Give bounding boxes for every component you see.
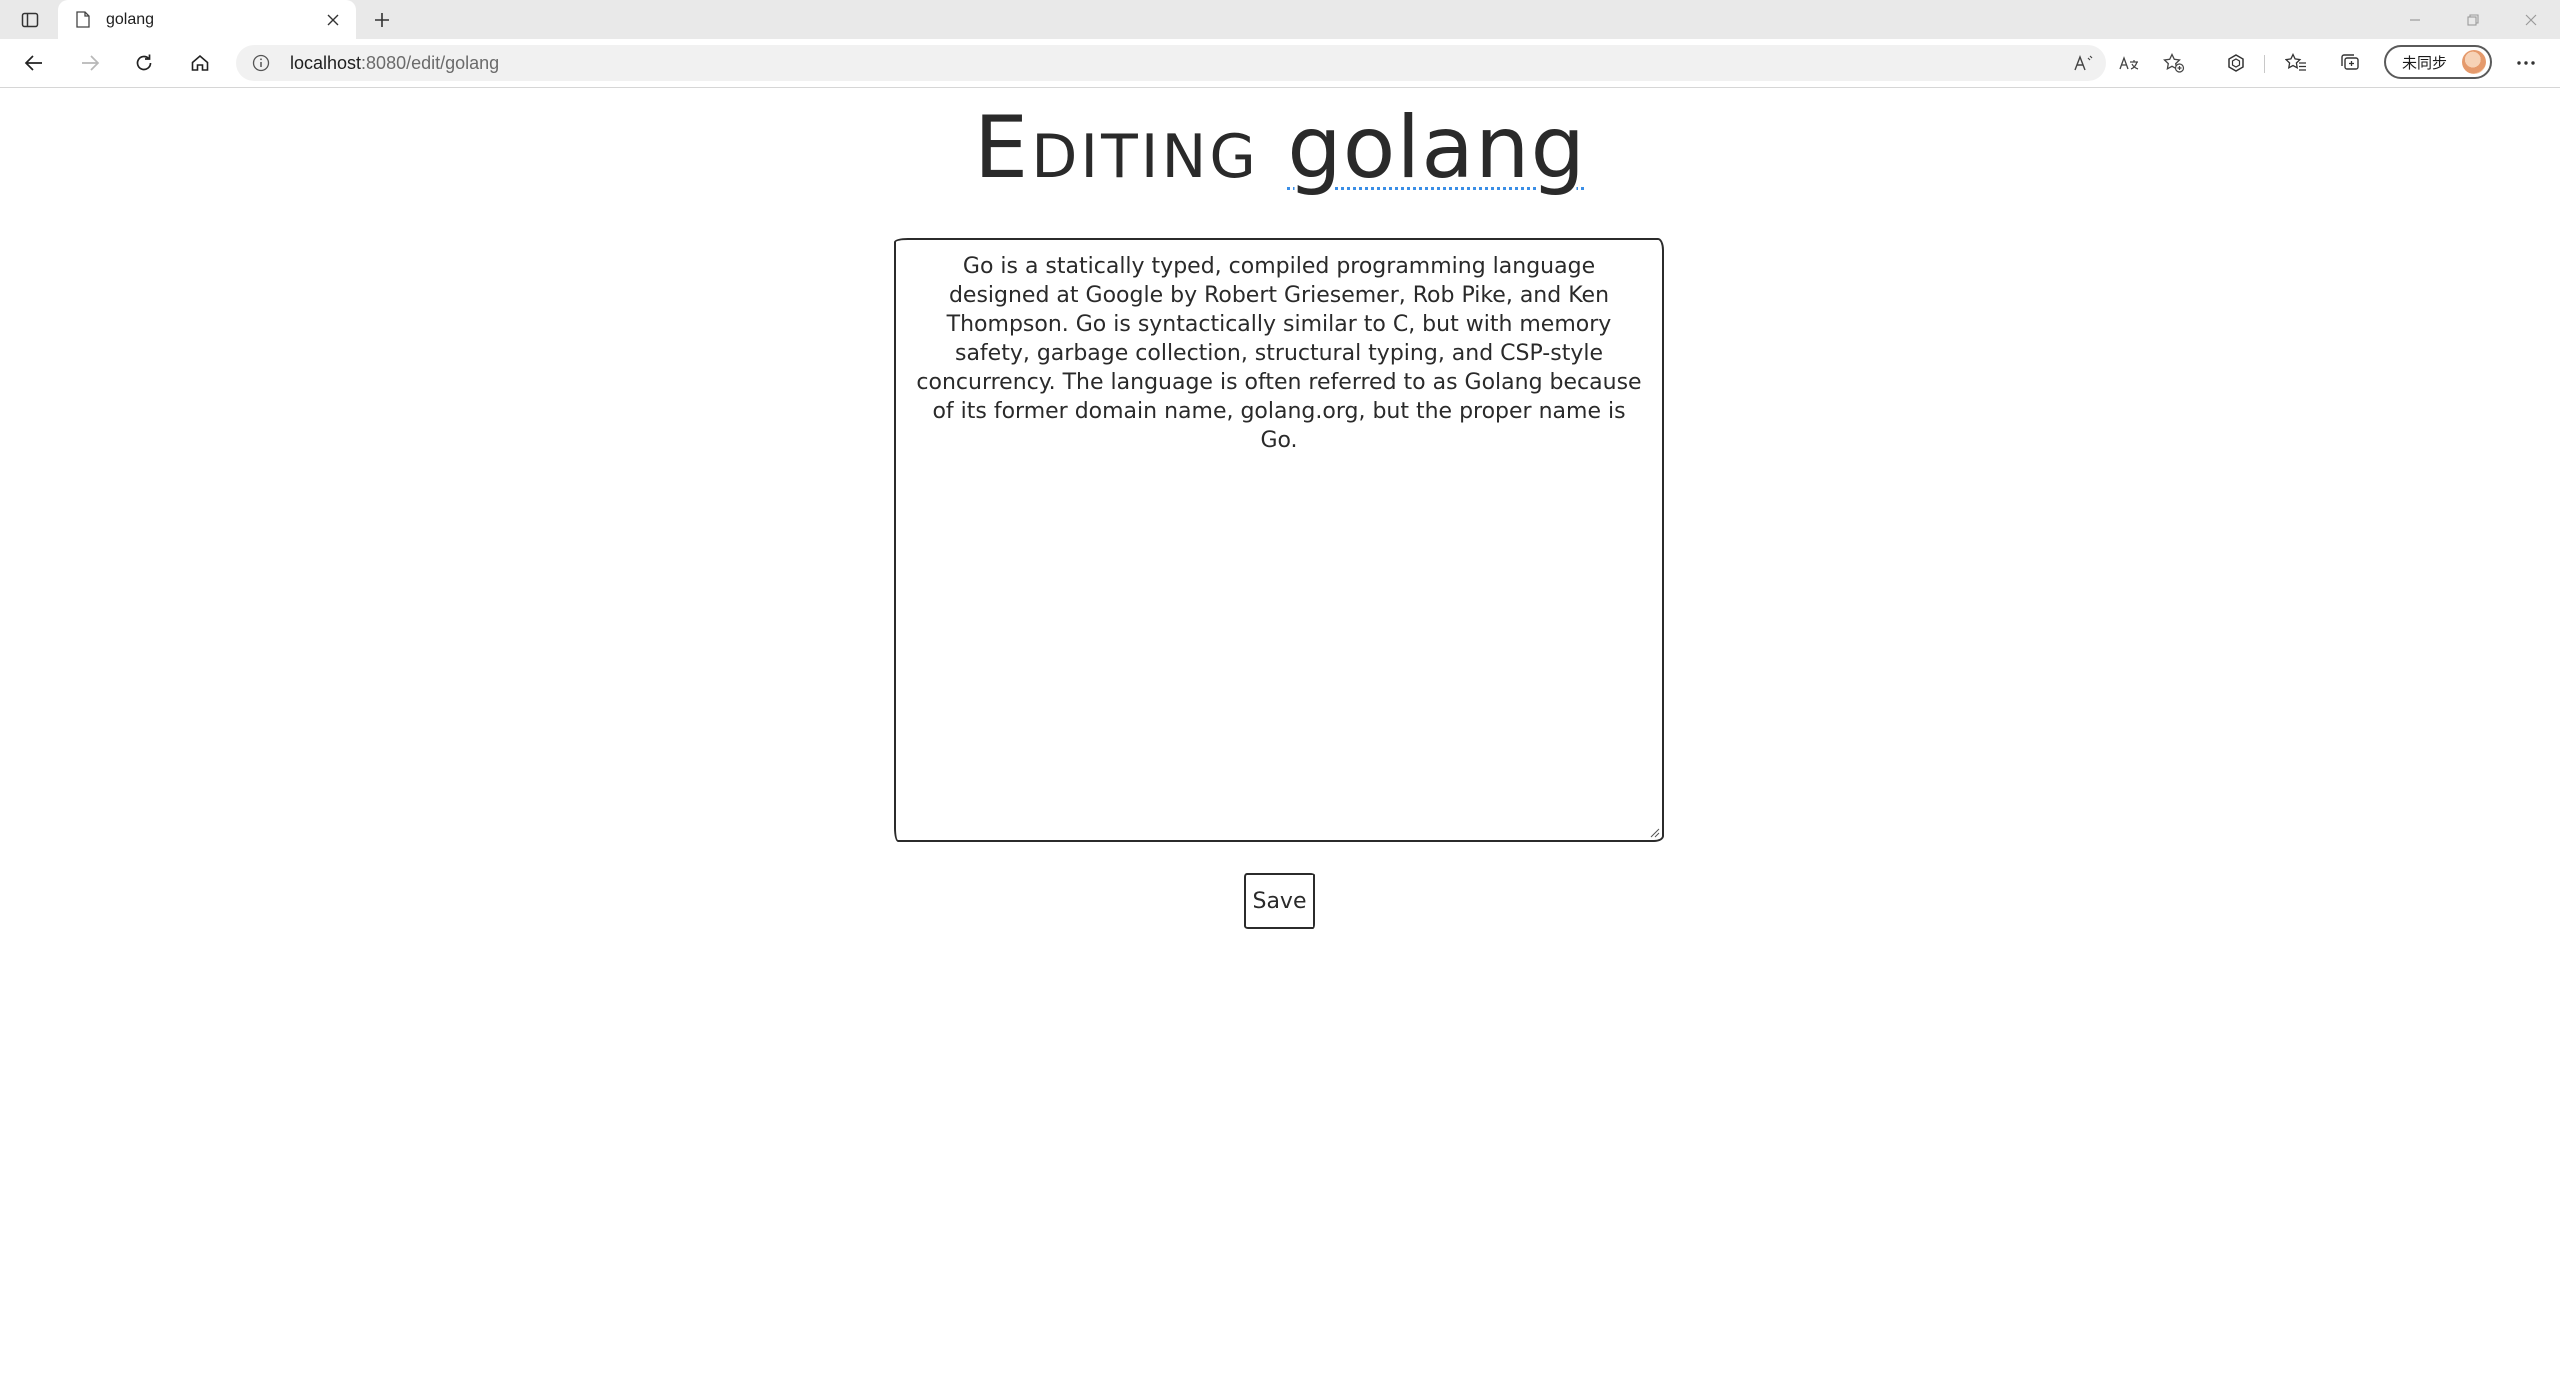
resize-grip-icon[interactable] — [1648, 826, 1660, 838]
window-controls — [2386, 0, 2560, 39]
page-title-name: golang — [1287, 98, 1587, 198]
page-body-textarea[interactable]: Go is a statically typed, compiled progr… — [894, 238, 1664, 842]
back-arrow-icon[interactable] — [16, 47, 52, 79]
tab-golang[interactable]: golang — [58, 0, 356, 39]
extensions-icon[interactable] — [2218, 47, 2254, 79]
home-icon[interactable] — [182, 47, 218, 79]
info-icon[interactable] — [250, 52, 272, 74]
refresh-icon[interactable] — [126, 47, 162, 79]
url-text: localhost:8080/edit/golang — [290, 53, 499, 74]
profile-button[interactable]: 未同步 — [2384, 45, 2492, 79]
profile-label: 未同步 — [2402, 53, 2448, 72]
forward-arrow-icon[interactable] — [72, 47, 108, 79]
window-close-icon[interactable] — [2502, 0, 2560, 39]
page-title: Editing golang — [0, 98, 2560, 198]
add-favorite-icon[interactable] — [2156, 47, 2192, 79]
avatar — [2462, 50, 2486, 74]
favorites-icon[interactable] — [2278, 47, 2314, 79]
tab-title: golang — [106, 10, 155, 28]
browser-toolbar: localhost:8080/edit/golang 未同步 — [0, 39, 2560, 88]
save-button[interactable]: Save — [1244, 873, 1315, 929]
page-icon — [74, 10, 92, 30]
restore-icon[interactable] — [2444, 0, 2502, 39]
plus-icon[interactable] — [366, 4, 398, 36]
translate-icon[interactable] — [2111, 47, 2147, 79]
page-title-prefix: Editing — [973, 98, 1259, 198]
close-icon[interactable] — [320, 7, 346, 33]
url-host: localhost — [290, 53, 362, 73]
collections-icon[interactable] — [2332, 47, 2368, 79]
more-icon[interactable] — [2508, 47, 2544, 79]
address-bar[interactable]: localhost:8080/edit/golang — [236, 45, 2106, 81]
tab-actions-icon[interactable] — [12, 5, 48, 35]
read-aloud-icon[interactable] — [2066, 47, 2102, 79]
tab-strip: golang — [0, 0, 2560, 39]
toolbar-separator — [2264, 55, 2265, 73]
page-content: Editing golang Go is a statically typed,… — [0, 88, 2560, 1390]
url-path: :8080/edit/golang — [361, 53, 500, 73]
minimize-icon[interactable] — [2386, 0, 2444, 39]
